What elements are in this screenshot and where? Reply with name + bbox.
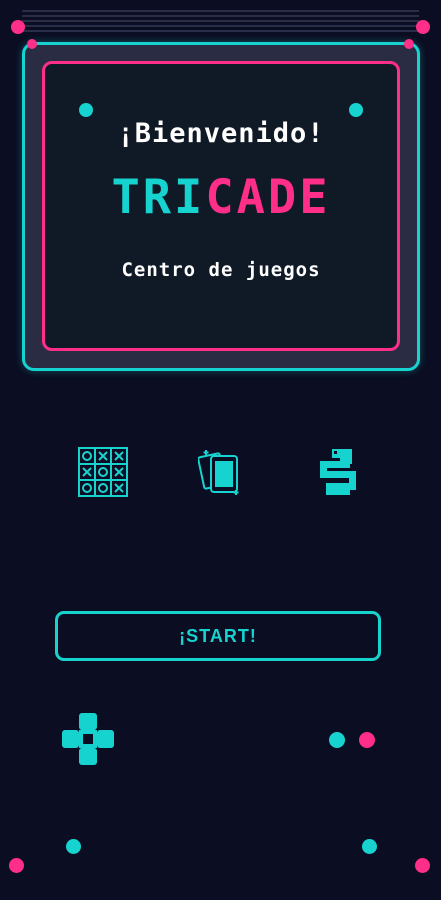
- screen-dot-left: [79, 103, 93, 117]
- screen-dot-right: [349, 103, 363, 117]
- welcome-title: ¡Bienvenido!: [117, 118, 325, 149]
- frame-dot-left: [27, 39, 37, 49]
- bottom-dot-left: [66, 839, 81, 854]
- start-button[interactable]: ¡START!: [55, 611, 381, 661]
- corner-dot-top-right: [416, 20, 430, 34]
- tic-tac-toe-icon[interactable]: [78, 447, 128, 497]
- cards-icon[interactable]: [197, 447, 244, 497]
- corner-dot-bottom-left: [9, 858, 24, 873]
- action-button-b[interactable]: [359, 732, 375, 748]
- bottom-dot-right: [362, 839, 377, 854]
- frame-dot-right: [404, 39, 414, 49]
- corner-dot-top-left: [11, 20, 25, 34]
- action-button-a[interactable]: [329, 732, 345, 748]
- subtitle: Centro de juegos: [121, 259, 321, 281]
- app-logo: TRICADE: [42, 170, 400, 225]
- dpad-icon[interactable]: [61, 712, 115, 766]
- top-vent-stripes: [22, 10, 419, 36]
- logo-part-tri: TRI: [111, 170, 206, 225]
- snake-icon[interactable]: [318, 447, 360, 499]
- logo-part-cade: CADE: [205, 170, 331, 225]
- corner-dot-bottom-right: [415, 858, 430, 873]
